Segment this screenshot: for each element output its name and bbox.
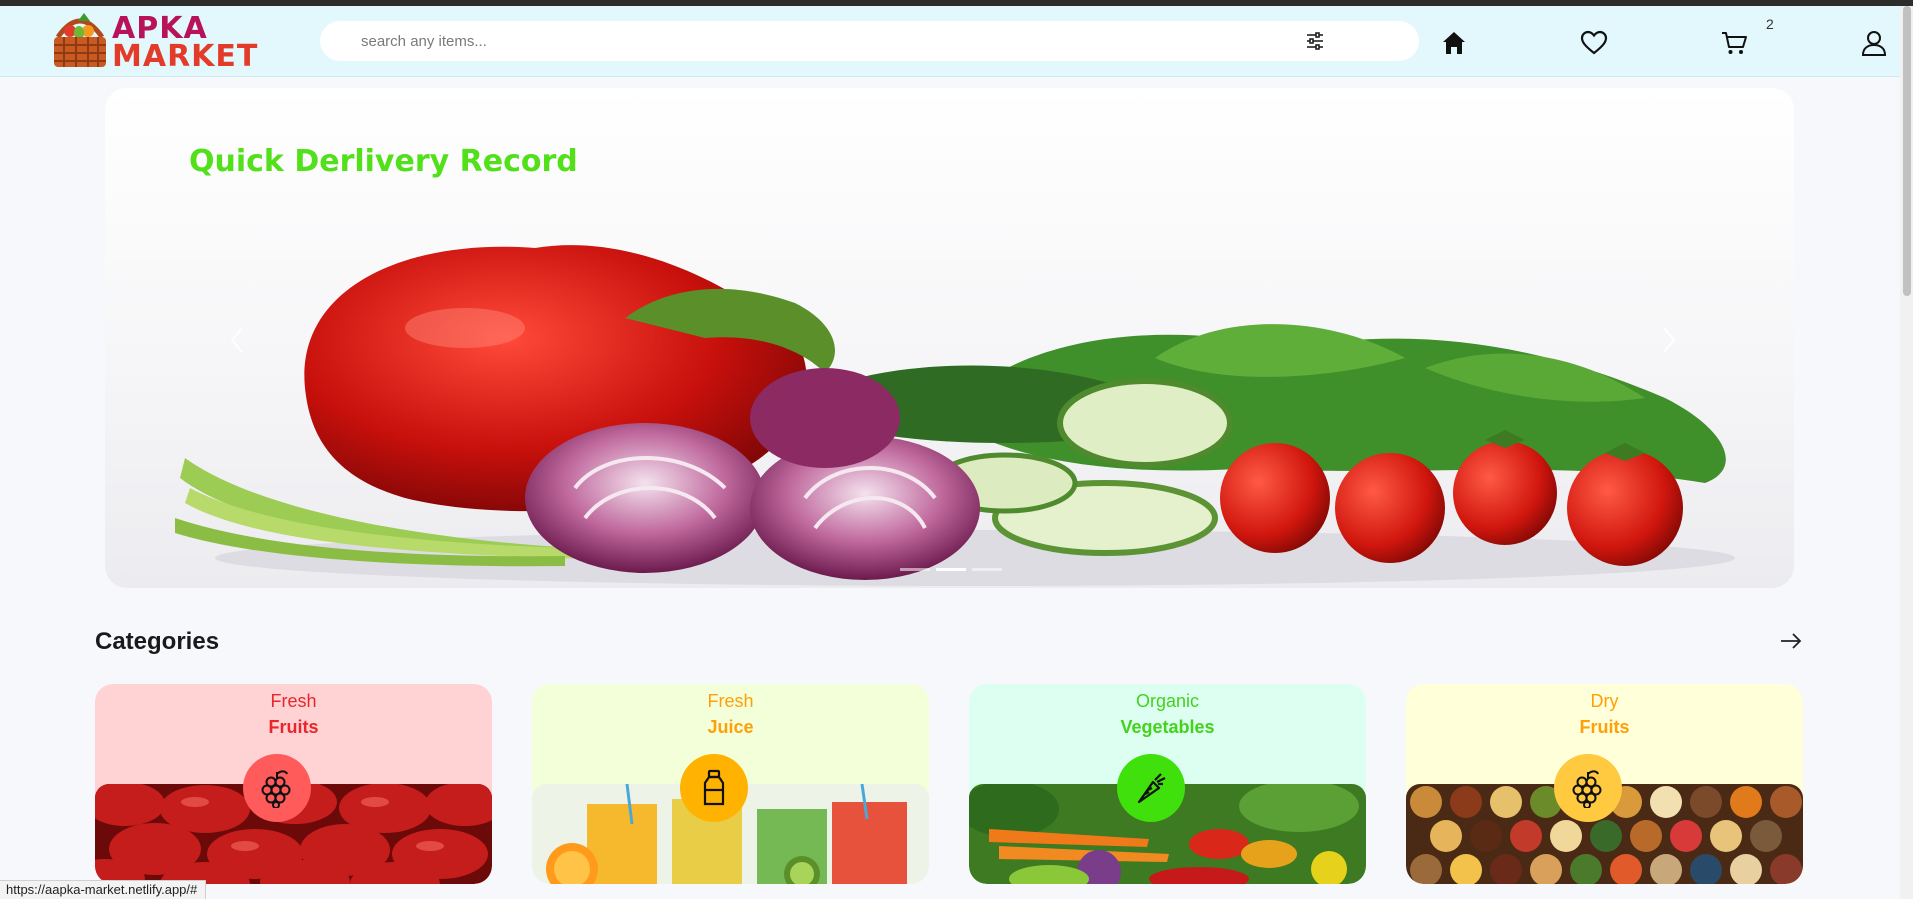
home-icon[interactable] xyxy=(1439,28,1469,58)
basket-logo-icon xyxy=(54,13,106,67)
category-card-organic-vegetables[interactable]: Organic Vegetables xyxy=(969,684,1366,884)
carousel-dot-1[interactable] xyxy=(900,568,930,571)
grapes-icon xyxy=(243,754,311,822)
juice-bottle-icon xyxy=(680,754,748,822)
category-title: Vegetables xyxy=(1120,717,1215,737)
hero-carousel: Quick Derlivery Record xyxy=(105,88,1794,588)
carrot-icon xyxy=(1117,754,1185,822)
category-title: Juice xyxy=(707,717,754,737)
header: APKA MARKET 2 xyxy=(0,6,1900,77)
hero-title: Quick Derlivery Record xyxy=(189,144,578,179)
category-subtitle: Fresh xyxy=(270,691,317,711)
user-icon[interactable] xyxy=(1859,28,1889,58)
search-input[interactable] xyxy=(320,21,1320,61)
cart-count-badge: 2 xyxy=(1766,16,1774,32)
category-card-fresh-juice[interactable]: Fresh Juice xyxy=(532,684,929,884)
category-subtitle: Dry xyxy=(1590,691,1619,711)
carousel-dot-2[interactable] xyxy=(936,568,966,571)
carousel-dot-3[interactable] xyxy=(972,568,1002,571)
grapes-icon xyxy=(1554,754,1622,822)
arrow-right-icon[interactable] xyxy=(1777,627,1805,655)
page-scrollbar[interactable] xyxy=(1900,6,1913,899)
category-title: Fruits xyxy=(1579,717,1630,737)
category-subtitle: Fresh xyxy=(707,691,754,711)
cart-icon[interactable] xyxy=(1719,28,1749,58)
category-card-dry-fruits[interactable]: Dry Fruits xyxy=(1406,684,1803,884)
search-bar xyxy=(320,21,1419,61)
brand-logo[interactable]: APKA MARKET xyxy=(48,9,258,75)
scrollbar-thumb[interactable] xyxy=(1903,6,1911,296)
heart-icon[interactable] xyxy=(1579,28,1609,58)
carousel-next-arrow-icon[interactable] xyxy=(1654,320,1684,360)
carousel-prev-arrow-icon[interactable] xyxy=(222,320,252,360)
category-title: Fruits xyxy=(268,717,319,737)
categories-heading: Categories xyxy=(95,628,220,655)
link-preview-status-bar: https://aapka-market.netlify.app/# xyxy=(0,880,207,899)
brand-line2: MARKET xyxy=(112,39,259,74)
filter-sliders-icon[interactable] xyxy=(1305,31,1325,51)
carousel-indicators xyxy=(900,558,1008,576)
category-card-fresh-fruits[interactable]: Fresh Fruits xyxy=(95,684,492,884)
category-subtitle: Organic xyxy=(1135,691,1200,711)
